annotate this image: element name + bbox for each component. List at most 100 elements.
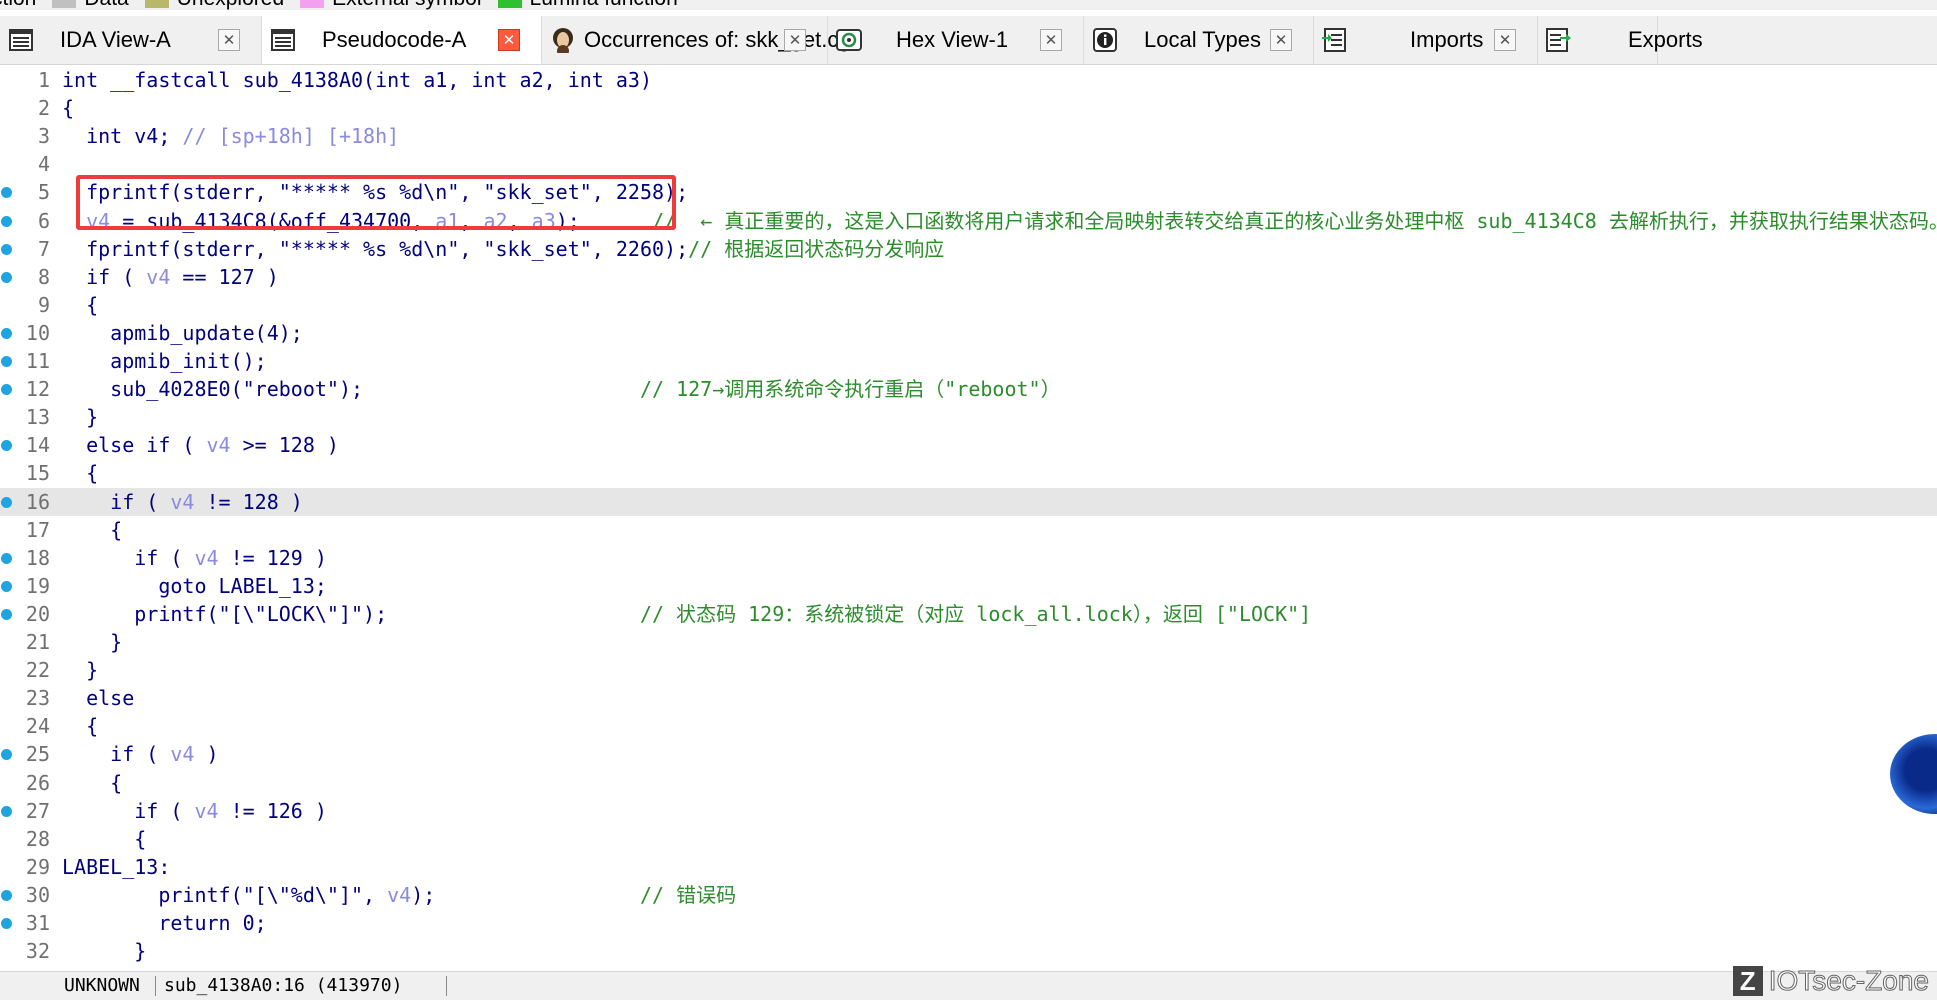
- code-comment: // 错误码: [639, 883, 737, 907]
- breakpoint-dot-icon[interactable]: [1, 328, 12, 339]
- code-line[interactable]: 18 if ( v4 != 129 ): [0, 544, 1937, 572]
- code-text[interactable]: sub_4028E0("reboot"); // 127→调用系统命令执行重启（…: [62, 375, 1060, 403]
- tab-ida-view-a[interactable]: IDA View-A ✕: [0, 16, 262, 64]
- breakpoint-dot-icon[interactable]: [1, 609, 12, 620]
- code-text[interactable]: else if ( v4 >= 128 ): [62, 431, 339, 459]
- tab-imports[interactable]: Imports ✕: [1314, 16, 1538, 64]
- code-text[interactable]: int v4; // [sp+18h] [+18h]: [62, 122, 399, 150]
- close-icon[interactable]: ✕: [498, 29, 520, 51]
- breakpoint-dot-icon[interactable]: [1, 553, 12, 564]
- breakpoint-dot-icon[interactable]: [1, 187, 12, 198]
- code-text[interactable]: }: [62, 656, 98, 684]
- code-line[interactable]: 25 if ( v4 ): [0, 740, 1937, 768]
- close-icon[interactable]: ✕: [1270, 29, 1292, 51]
- breakpoint-dot-icon[interactable]: [1, 749, 12, 760]
- code-variable: // [sp+18h] [+18h]: [182, 124, 400, 148]
- code-text[interactable]: {: [62, 291, 98, 319]
- code-text[interactable]: if ( v4 == 127 ): [62, 263, 279, 291]
- breakpoint-dot-icon[interactable]: [1, 918, 12, 929]
- breakpoint-dot-icon[interactable]: [1, 384, 12, 395]
- code-text[interactable]: {: [62, 516, 122, 544]
- line-number: 4: [37, 152, 50, 176]
- code-line[interactable]: 20 printf("[\"LOCK\"]"); // 状态码 129：系统被锁…: [0, 600, 1937, 628]
- code-line[interactable]: 31 return 0;: [0, 909, 1937, 937]
- code-text[interactable]: {: [62, 94, 74, 122]
- code-token: }: [62, 658, 99, 682]
- code-text[interactable]: {: [62, 712, 98, 740]
- line-number: 29: [25, 855, 50, 879]
- code-line[interactable]: 14 else if ( v4 >= 128 ): [0, 431, 1937, 459]
- tab-exports[interactable]: Exports: [1538, 16, 1703, 64]
- code-text[interactable]: printf("[\"%d\"]", v4); // 错误码: [62, 881, 736, 909]
- code-comment: // 根据返回状态码分发响应: [688, 237, 945, 261]
- code-text[interactable]: printf("[\"LOCK\"]"); // 状态码 129：系统被锁定（对…: [62, 600, 1311, 628]
- code-text[interactable]: int __fastcall sub_4138A0(int a1, int a2…: [62, 66, 652, 94]
- close-icon[interactable]: ✕: [784, 29, 806, 51]
- breakpoint-dot-icon[interactable]: [1, 244, 12, 255]
- code-line[interactable]: 1 int __fastcall sub_4138A0(int a1, int a…: [0, 66, 1937, 94]
- code-line[interactable]: 10 apmib_update(4);: [0, 319, 1937, 347]
- code-line[interactable]: 2{: [0, 94, 1937, 122]
- code-text[interactable]: if ( v4 != 126 ): [62, 797, 327, 825]
- line-number: 5: [37, 180, 50, 204]
- code-line[interactable]: 4: [0, 150, 1937, 178]
- code-text[interactable]: LABEL_13:: [62, 853, 170, 881]
- code-text[interactable]: {: [62, 825, 146, 853]
- avatar-icon: [553, 28, 573, 53]
- tab-hex-view-1[interactable]: Hex View-1 ✕: [828, 16, 1084, 64]
- code-line[interactable]: 26 {: [0, 769, 1937, 797]
- code-line[interactable]: 16 if ( v4 != 128 ): [0, 488, 1937, 516]
- code-line[interactable]: 29 LABEL_13:: [0, 853, 1937, 881]
- code-line[interactable]: 11 apmib_init();: [0, 347, 1937, 375]
- code-line[interactable]: 24 {: [0, 712, 1937, 740]
- code-line[interactable]: 13 }: [0, 403, 1937, 431]
- code-line[interactable]: 9 {: [0, 291, 1937, 319]
- code-text[interactable]: apmib_update(4);: [62, 319, 303, 347]
- code-text[interactable]: {: [62, 459, 98, 487]
- tab-occurrences-of-skk-get-cgi[interactable]: Occurrences of: skk_get.cgi ✕: [542, 16, 855, 64]
- listing-icon: [9, 29, 33, 51]
- code-text[interactable]: if ( v4 != 128 ): [62, 488, 303, 516]
- breakpoint-dot-icon[interactable]: [1, 440, 12, 451]
- code-text[interactable]: }: [62, 628, 122, 656]
- code-line[interactable]: 15 {: [0, 459, 1937, 487]
- code-text[interactable]: {: [62, 769, 122, 797]
- code-text[interactable]: }: [62, 403, 98, 431]
- tab-local-types[interactable]: Local Types ✕: [1084, 16, 1314, 64]
- breakpoint-dot-icon[interactable]: [1, 581, 12, 592]
- close-icon[interactable]: ✕: [1040, 29, 1062, 51]
- close-icon[interactable]: ✕: [1494, 29, 1516, 51]
- breakpoint-dot-icon[interactable]: [1, 890, 12, 901]
- breakpoint-dot-icon[interactable]: [1, 356, 12, 367]
- code-line[interactable]: 17 {: [0, 516, 1937, 544]
- code-text[interactable]: return 0;: [62, 909, 266, 937]
- code-text[interactable]: apmib_init();: [62, 347, 267, 375]
- code-variable: v4: [387, 883, 412, 907]
- code-line[interactable]: 7 fprintf(stderr, "***** %s %d\n", "skk_…: [0, 235, 1937, 263]
- code-text[interactable]: }: [62, 937, 146, 965]
- code-text[interactable]: if ( v4 != 129 ): [62, 544, 327, 572]
- code-line[interactable]: 22 }: [0, 656, 1937, 684]
- code-line[interactable]: 28 {: [0, 825, 1937, 853]
- code-line[interactable]: 27 if ( v4 != 126 ): [0, 797, 1937, 825]
- line-number: 19: [25, 574, 50, 598]
- code-line[interactable]: 19 goto LABEL_13;: [0, 572, 1937, 600]
- tab-pseudocode-a[interactable]: Pseudocode-A ✕: [262, 16, 542, 64]
- breakpoint-dot-icon[interactable]: [1, 806, 12, 817]
- code-line[interactable]: 32 }: [0, 937, 1937, 965]
- code-line[interactable]: 30 printf("[\"%d\"]", v4); // 错误码: [0, 881, 1937, 909]
- code-line[interactable]: 21 }: [0, 628, 1937, 656]
- breakpoint-dot-icon[interactable]: [1, 272, 12, 283]
- code-line[interactable]: 8 if ( v4 == 127 ): [0, 263, 1937, 291]
- code-text[interactable]: else: [62, 684, 134, 712]
- code-text[interactable]: fprintf(stderr, "***** %s %d\n", "skk_se…: [62, 235, 944, 263]
- breakpoint-dot-icon[interactable]: [1, 497, 12, 508]
- code-text[interactable]: if ( v4 ): [62, 740, 218, 768]
- code-line[interactable]: 12 sub_4028E0("reboot"); // 127→调用系统命令执行…: [0, 375, 1937, 403]
- code-text[interactable]: goto LABEL_13;: [62, 572, 327, 600]
- code-line[interactable]: 23 else: [0, 684, 1937, 712]
- close-icon[interactable]: ✕: [218, 29, 240, 51]
- breakpoint-dot-icon[interactable]: [1, 216, 12, 227]
- pseudocode-view[interactable]: 1 int __fastcall sub_4138A0(int a1, int a…: [0, 66, 1937, 971]
- code-line[interactable]: 3 int v4; // [sp+18h] [+18h]: [0, 122, 1937, 150]
